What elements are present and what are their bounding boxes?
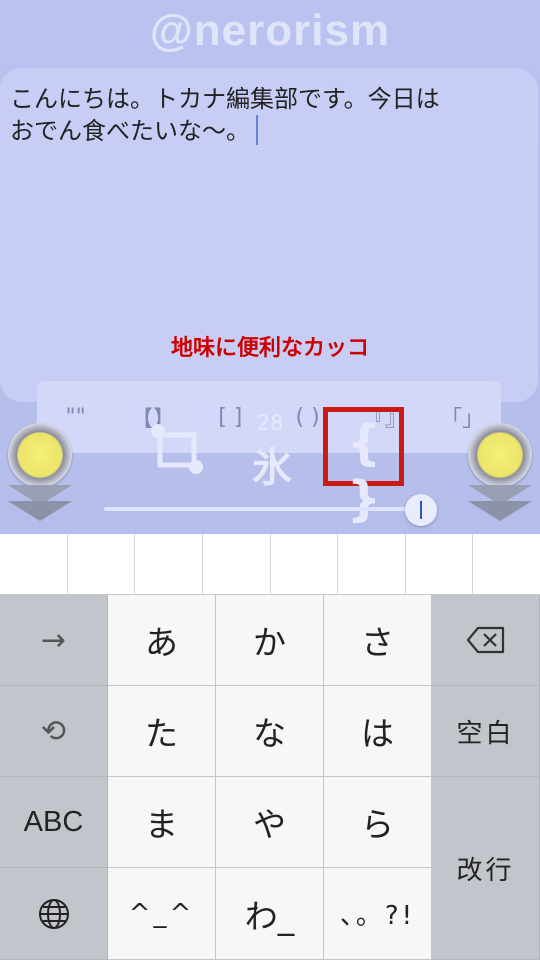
key-punctuation[interactable]: 、。?!: [324, 868, 432, 960]
font-size-count: 28: [256, 411, 284, 435]
candidate-bar: [0, 534, 540, 595]
slider-thumb[interactable]: [405, 494, 437, 526]
backspace-icon: [466, 626, 504, 654]
slider-thumb-mark: [420, 501, 422, 519]
annotation-caption: 地味に便利なカッコ: [170, 336, 369, 361]
candidate-slot[interactable]: [271, 534, 339, 594]
candidate-slot[interactable]: [406, 534, 474, 594]
key-ra[interactable]: ら: [324, 777, 432, 868]
key-ma[interactable]: ま: [108, 777, 216, 868]
backspace-key[interactable]: [432, 595, 540, 686]
undo-key[interactable]: ⟲: [0, 686, 108, 777]
crop-icon[interactable]: [148, 421, 206, 479]
key-na[interactable]: な: [216, 686, 324, 777]
text-caret: [256, 115, 258, 145]
editor-line-1: こんにちは。トカナ編集部です。今日は: [10, 85, 440, 113]
key-ta[interactable]: た: [108, 686, 216, 777]
candidate-slot[interactable]: [135, 534, 203, 594]
next-key[interactable]: →: [0, 595, 108, 686]
key-kaomoji[interactable]: ^_^: [108, 868, 216, 960]
abc-label: ABC: [23, 805, 84, 838]
font-size-button[interactable]: 氷: [240, 435, 304, 493]
candidate-slot[interactable]: [203, 534, 271, 594]
globe-icon: [38, 898, 69, 929]
abc-key[interactable]: ABC: [0, 777, 108, 868]
space-key[interactable]: 空白: [432, 686, 540, 777]
globe-key[interactable]: [0, 868, 108, 960]
tool-row: 28 氷 { }: [0, 405, 540, 533]
kana-keyboard: → ⟲ ABC あ か さ た な は ま や ら ^_^ わ_ 、。?! 空白: [0, 595, 540, 960]
editor-line-2: おでん食べたいな〜。: [10, 117, 250, 145]
editor-text[interactable]: こんにちは。トカナ編集部です。今日は おでん食べたいな〜。: [10, 84, 525, 147]
candidate-slot[interactable]: [0, 534, 68, 594]
key-ya[interactable]: や: [216, 777, 324, 868]
candidate-slot[interactable]: [473, 534, 540, 594]
key-ka[interactable]: か: [216, 595, 324, 686]
key-wa[interactable]: わ_: [216, 868, 324, 960]
text-editor[interactable]: こんにちは。トカナ編集部です。今日は おでん食べたいな〜。 地味に便利なカッコ …: [0, 68, 538, 453]
watermark: @nerorism: [149, 6, 391, 55]
top-area: @nerorism こんにちは。トカナ編集部です。今日は おでん食べたいな〜。 …: [0, 0, 540, 535]
key-a[interactable]: あ: [108, 595, 216, 686]
candidate-slot[interactable]: [338, 534, 406, 594]
key-sa[interactable]: さ: [324, 595, 432, 686]
slider-track[interactable]: [104, 507, 422, 511]
candidate-slot[interactable]: [68, 534, 136, 594]
key-ha[interactable]: は: [324, 686, 432, 777]
arrow-right-icon: →: [40, 622, 67, 658]
undo-icon: ⟲: [40, 713, 67, 749]
return-key[interactable]: 改行: [432, 777, 540, 960]
